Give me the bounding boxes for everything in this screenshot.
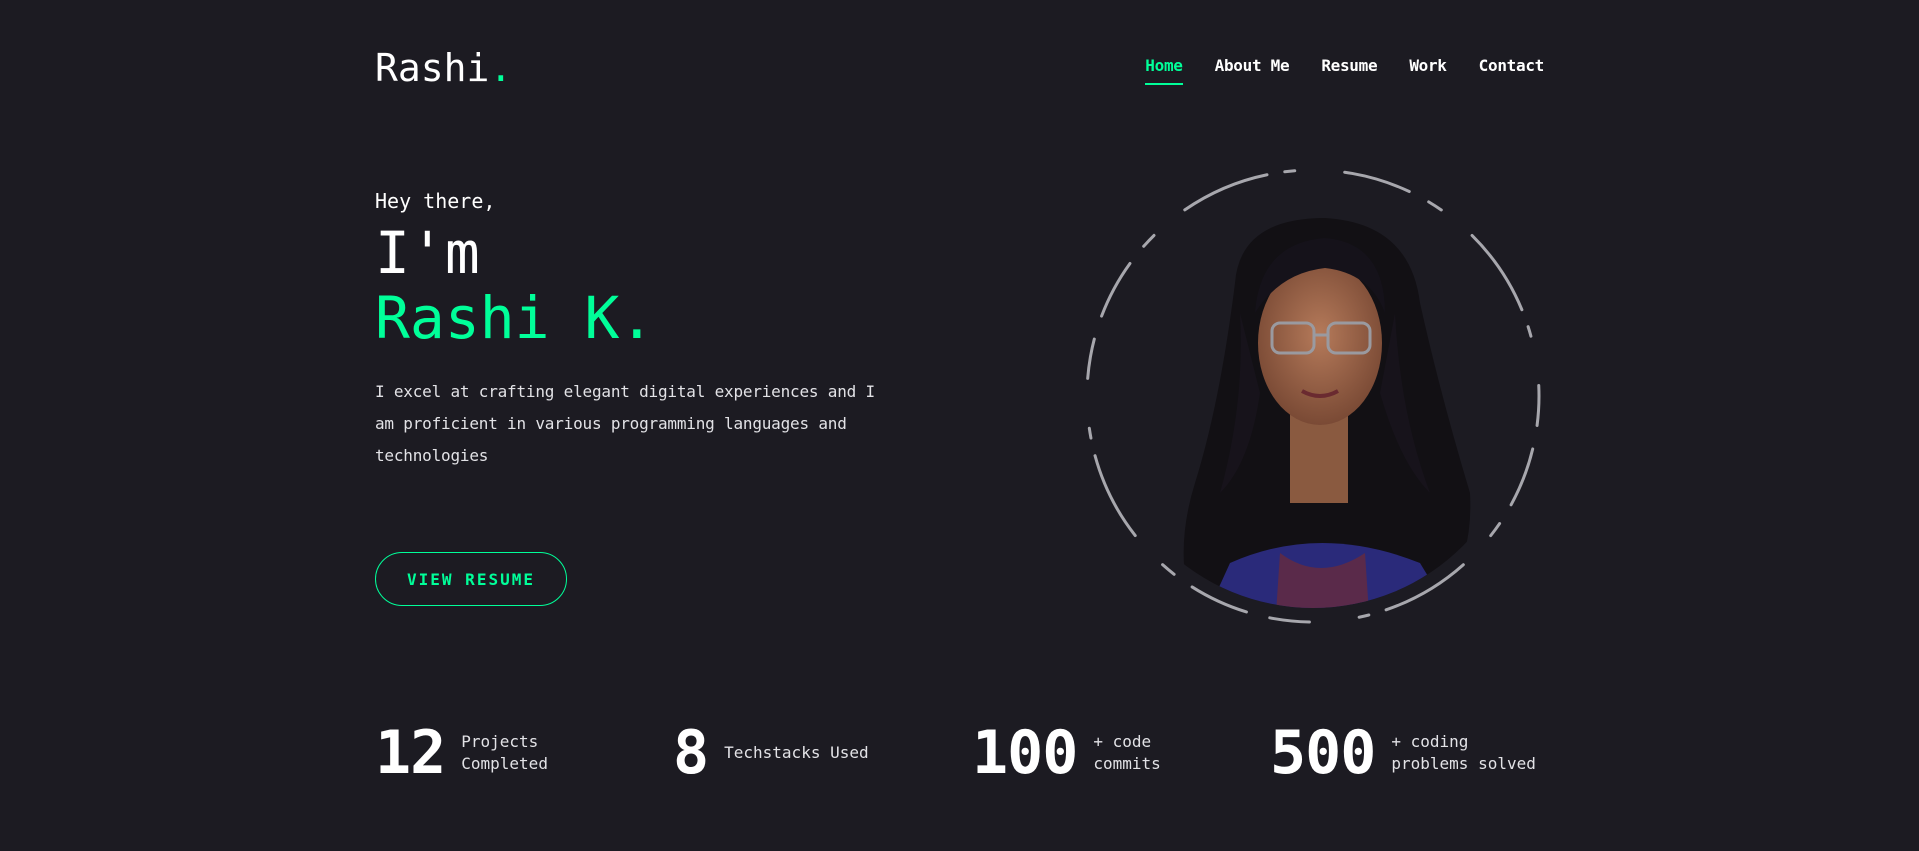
logo-text: Rashi: [375, 46, 490, 90]
main-nav: Home About Me Resume Work Contact: [1145, 54, 1545, 85]
stat-label: + coding problems solved: [1391, 732, 1536, 773]
stat-number: 500: [1270, 718, 1376, 788]
hero-description: I excel at crafting elegant digital expe…: [375, 382, 875, 465]
stat-techstacks: 8 Techstacks Used: [673, 720, 869, 786]
nav-contact[interactable]: Contact: [1479, 54, 1545, 78]
stat-number: 8: [673, 718, 709, 788]
stats-row: 12 Projects Completed 8 Techstacks Used …: [375, 720, 1545, 786]
stat-number: 12: [375, 718, 446, 788]
stat-commits: 100 + code commits: [972, 720, 1161, 786]
view-resume-button[interactable]: VIEW RESUME: [375, 552, 567, 606]
site-logo[interactable]: Rashi.: [375, 44, 512, 92]
stat-label: Projects Completed: [461, 732, 548, 773]
logo-dot: .: [489, 46, 513, 90]
nav-resume[interactable]: Resume: [1321, 54, 1377, 78]
hero-greeting: Hey there,: [375, 189, 496, 213]
stat-number: 100: [972, 718, 1078, 788]
stat-projects: 12 Projects Completed: [375, 720, 548, 786]
nav-home[interactable]: Home: [1145, 54, 1183, 85]
portfolio-page: Rashi. Home About Me Resume Work Contact…: [0, 0, 1919, 851]
profile-portrait-image: [1085, 168, 1541, 624]
profile-photo: [1080, 163, 1546, 629]
hero-title-intro: I'm: [375, 219, 480, 287]
hero-title-name: Rashi K.: [375, 284, 655, 352]
stat-label: + code commits: [1093, 732, 1161, 773]
nav-work[interactable]: Work: [1409, 54, 1447, 78]
stat-label: Techstacks Used: [724, 743, 869, 762]
nav-about-me[interactable]: About Me: [1215, 54, 1290, 78]
stat-problems: 500 + coding problems solved: [1270, 720, 1536, 786]
